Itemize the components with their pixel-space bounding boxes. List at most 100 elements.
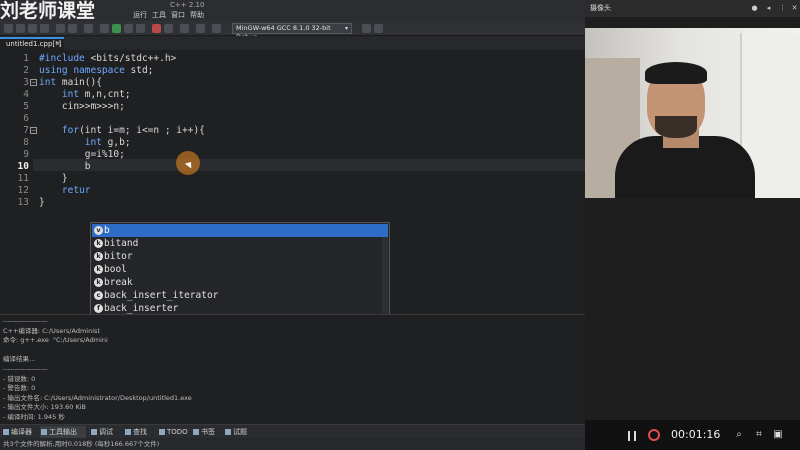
tab-label: untitled1.cpp[*] xyxy=(6,40,62,48)
close-icon[interactable]: ✕ xyxy=(55,39,61,50)
bottom-tab[interactable]: 工具输出 xyxy=(40,426,86,438)
more-icon[interactable]: ⋮ xyxy=(778,4,787,13)
autocomplete-label: break xyxy=(104,277,133,288)
menu-run[interactable]: 运行 xyxy=(133,10,147,21)
close-icon[interactable]: ✕ xyxy=(790,4,799,13)
output-line: ------------------- xyxy=(3,365,48,373)
menu-tools[interactable]: 工具 xyxy=(152,10,166,21)
bottom-tab[interactable]: 查找 xyxy=(124,426,154,438)
code-text: } xyxy=(39,197,45,208)
tab-icon xyxy=(91,429,97,435)
stop-debug-icon[interactable] xyxy=(164,24,173,33)
keyword-icon: k xyxy=(94,265,103,274)
crop-icon[interactable]: ⌗ xyxy=(753,429,765,441)
bottom-tab[interactable]: TODO xyxy=(158,426,188,438)
autocomplete-item[interactable]: k bitand xyxy=(92,237,388,250)
fold-toggle-icon[interactable]: − xyxy=(30,79,37,86)
code-keyword: for xyxy=(61,125,80,136)
fold-toggle-icon[interactable]: − xyxy=(30,127,37,134)
find-icon[interactable] xyxy=(84,24,93,33)
menu-window[interactable]: 窗口 xyxy=(171,10,185,21)
volume-icon[interactable]: ◂ xyxy=(764,4,773,13)
feed-person-beard xyxy=(655,116,697,138)
bottom-tab-label: 调试 xyxy=(99,428,113,436)
code-text: cin>>m>>>n; xyxy=(61,101,125,112)
undo-icon[interactable] xyxy=(56,24,65,33)
tab-icon xyxy=(159,429,165,435)
compile-run-icon[interactable] xyxy=(124,24,133,33)
tab-untitled1[interactable]: untitled1.cpp[*] ✕ xyxy=(0,37,64,50)
options-icon[interactable] xyxy=(180,24,189,33)
variable-icon: v xyxy=(94,226,103,235)
output-line: - 编译时间: 1.945 秒 xyxy=(3,413,65,421)
bottom-tab[interactable]: 调试 xyxy=(90,426,120,438)
menu-help[interactable]: 帮助 xyxy=(190,10,204,21)
camera-icon[interactable]: ▣ xyxy=(772,429,784,441)
rebuild-icon[interactable] xyxy=(136,24,145,33)
bottom-tab[interactable]: 书签 xyxy=(192,426,220,438)
goto-icon[interactable] xyxy=(362,24,371,33)
compiler-select[interactable]: MinGW-w64 GCC 8.1.0 32-bit Debug ▾ xyxy=(232,23,352,41)
new-file-icon[interactable] xyxy=(4,24,13,33)
output-line: - 警告数: 0 xyxy=(3,384,36,393)
camera-title: 摄像头 xyxy=(590,4,611,12)
person-icon[interactable]: ● xyxy=(750,4,759,13)
line-number-gutter: 1 2 3 4 5 6 7 8 9 10 11 12 13− − xyxy=(0,50,37,314)
function-icon: f xyxy=(94,304,103,313)
code-text: <bits/stdc++.h> xyxy=(84,53,177,64)
line-number: 1 xyxy=(23,53,29,64)
code-line: } xyxy=(39,173,68,185)
redo-icon[interactable] xyxy=(68,24,77,33)
stop-icon[interactable] xyxy=(648,429,660,441)
tab-icon xyxy=(3,429,9,435)
save-all-icon[interactable] xyxy=(40,24,49,33)
save-icon[interactable] xyxy=(28,24,37,33)
debug-icon[interactable] xyxy=(152,24,161,33)
tab-icon xyxy=(41,429,47,435)
autocomplete-label: bool xyxy=(104,264,127,275)
bottom-panel-tabs: 编译器 工具输出 调试 查找 TODO 书签 试题 xyxy=(0,424,585,438)
compile-output-panel: ------------------- C++编译器: C:/Users/Admi… xyxy=(0,314,585,424)
run-icon[interactable] xyxy=(112,24,121,33)
camera-header: 摄像头 ● ◂ ⋮ ✕ xyxy=(585,0,800,17)
code-editor[interactable]: 1 2 3 4 5 6 7 8 9 10 11 12 13− − #include <bits/stdc+… xyxy=(0,50,585,394)
bottom-tab-label: 书签 xyxy=(201,428,215,436)
autocomplete-item[interactable]: k bitor xyxy=(92,250,388,263)
code-text: } xyxy=(61,173,68,184)
code-text: g=i%10; xyxy=(84,149,125,160)
line-number: 2 xyxy=(23,65,29,76)
line-number: 12 xyxy=(17,185,29,196)
search-icon[interactable]: ⌕ xyxy=(733,429,745,441)
recording-timer: 00:01:16 xyxy=(671,428,721,441)
open-file-icon[interactable] xyxy=(16,24,25,33)
autocomplete-item[interactable]: k break xyxy=(92,276,388,289)
output-line: ------------------- xyxy=(3,317,48,325)
bottom-tab[interactable]: 试题 xyxy=(224,426,254,438)
bottom-tab-label: 工具输出 xyxy=(49,428,77,436)
tab-icon xyxy=(193,429,199,435)
bookmark-icon[interactable] xyxy=(374,24,383,33)
bottom-tab[interactable]: 编译器 xyxy=(2,426,36,438)
chevron-down-icon: ▾ xyxy=(344,25,348,32)
compile-icon[interactable] xyxy=(100,24,109,33)
tab-icon xyxy=(225,429,231,435)
output-line: 命令: g++.exe "C:/Users/Admini xyxy=(3,336,108,345)
feed-person-hair xyxy=(645,62,707,84)
code-keyword: #include xyxy=(39,53,85,64)
bottom-tab-label: 查找 xyxy=(133,428,147,436)
output-line: 编译结果... xyxy=(3,355,36,364)
code-line: #include <bits/stdc++.h> xyxy=(39,53,176,65)
toolbar: MinGW-w64 GCC 8.1.0 32-bit Debug ▾ xyxy=(0,21,585,41)
class-icon[interactable] xyxy=(212,24,221,33)
pause-icon[interactable] xyxy=(628,431,636,441)
autocomplete-item[interactable]: k bool xyxy=(92,263,388,276)
project-icon[interactable] xyxy=(196,24,205,33)
code-line: for(int i=m; i<=n ; i++){ xyxy=(39,125,205,137)
tab-bar: untitled1.cpp[*] ✕ xyxy=(0,36,585,50)
autocomplete-item[interactable]: vb xyxy=(92,224,388,237)
autocomplete-item[interactable]: c back_insert_iterator xyxy=(92,289,388,302)
